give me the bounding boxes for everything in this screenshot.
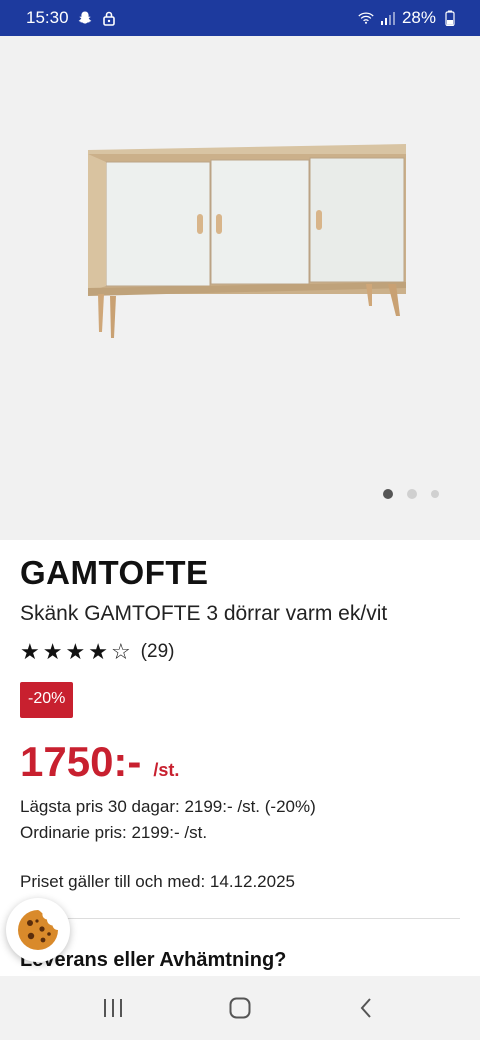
signal-icon [380, 10, 396, 26]
gallery-dot-1[interactable] [383, 489, 393, 499]
star-filled-icon: ★ [20, 639, 40, 664]
gallery-pagination[interactable] [383, 489, 439, 499]
discount-badge: -20% [20, 682, 74, 718]
snapchat-icon [77, 10, 93, 26]
battery-percent: 28% [401, 8, 436, 27]
lowest-price-info: Lägsta pris 30 dagar: 2199:- /st. (-20%) [20, 797, 316, 816]
product-image [88, 144, 406, 338]
product-price: 1750:- [20, 738, 142, 785]
wifi-icon [358, 10, 374, 26]
star-empty-icon: ☆ [110, 639, 131, 664]
divider [20, 918, 460, 919]
back-button[interactable] [347, 988, 387, 1028]
home-button[interactable] [220, 988, 260, 1028]
product-name: Skänk GAMTOFTE 3 dörrar varm ek/vit [20, 602, 388, 625]
product-details: GAMTOFTE Skänk GAMTOFTE 3 dörrar varm ek… [20, 552, 460, 892]
star-filled-icon: ★ [65, 639, 86, 664]
price-valid-until: Priset gäller till och med: 14.12.2025 [20, 872, 295, 891]
price-unit: /st. [153, 760, 180, 780]
product-gallery[interactable] [0, 36, 480, 540]
gallery-dot-3[interactable] [431, 490, 439, 498]
home-icon [229, 997, 251, 1019]
star-filled-icon: ★ [42, 639, 63, 664]
rating-stars: ★ ★ ★ ★ ☆ [20, 641, 131, 663]
product-rating[interactable]: ★ ★ ★ ★ ☆ (29) [20, 640, 460, 664]
review-count[interactable]: (29) [141, 641, 175, 663]
recent-apps-button[interactable] [93, 988, 133, 1028]
cookie-icon [18, 910, 58, 950]
status-bar: 15:30 28% [0, 0, 480, 36]
cookie-settings-button[interactable] [6, 898, 70, 962]
star-filled-icon: ★ [88, 639, 108, 664]
regular-price-info: Ordinarie pris: 2199:- /st. [20, 823, 208, 842]
lock-icon [101, 10, 117, 26]
back-icon [360, 998, 371, 1018]
status-time: 15:30 [26, 8, 69, 27]
recent-apps-icon [104, 999, 123, 1017]
price-row: 1750:- /st. [20, 738, 460, 786]
gallery-dot-2[interactable] [407, 489, 417, 499]
navigation-bar [0, 976, 480, 1040]
product-brand: GAMTOFTE [20, 554, 209, 591]
battery-icon [442, 10, 458, 26]
